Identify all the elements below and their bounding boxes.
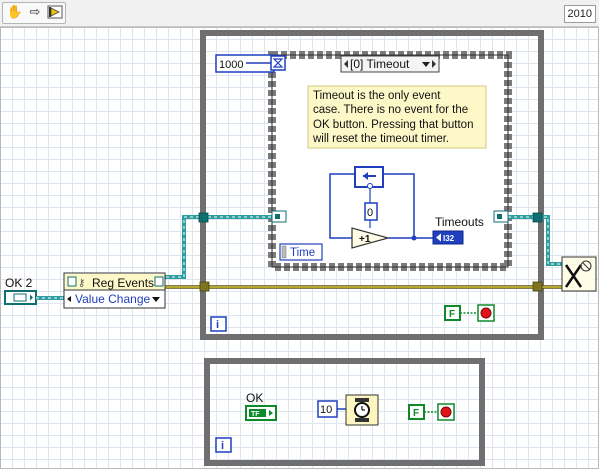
false-constant-top[interactable]: F bbox=[444, 305, 461, 321]
ok-label: OK bbox=[246, 391, 263, 405]
timeout-value: 1000 bbox=[219, 59, 243, 71]
increment-label: +1 bbox=[359, 234, 371, 245]
time-label: Time bbox=[290, 247, 315, 259]
stop-terminal-bottom[interactable] bbox=[437, 403, 455, 421]
timeouts-indicator[interactable]: I32 bbox=[432, 230, 464, 245]
false-constant-bottom[interactable]: F bbox=[408, 404, 425, 420]
dynamic-event-terminal-right[interactable] bbox=[493, 210, 509, 223]
iteration-label-bottom: i bbox=[221, 440, 224, 452]
iteration-terminal-bottom[interactable]: i bbox=[215, 437, 232, 453]
timeouts-label: Timeouts bbox=[435, 215, 484, 229]
unregister-events-node[interactable] bbox=[561, 256, 597, 292]
timeouts-type: I32 bbox=[443, 234, 455, 243]
wait-constant[interactable]: 10 bbox=[317, 400, 338, 418]
ok2-label: OK 2 bbox=[5, 276, 33, 290]
error-tunnel-left[interactable] bbox=[199, 281, 210, 292]
comment-line-1: Timeout is the only event bbox=[313, 90, 441, 102]
time-terminal[interactable]: Time bbox=[279, 243, 323, 261]
iteration-label-top: i bbox=[216, 319, 219, 331]
wire-junction bbox=[411, 235, 417, 241]
ok2-control[interactable] bbox=[4, 290, 37, 305]
false-label-bottom: F bbox=[413, 408, 419, 419]
zero-value: 0 bbox=[367, 207, 373, 219]
value-change-label[interactable]: Value Change bbox=[75, 292, 150, 306]
case-selector[interactable]: [0] Timeout bbox=[340, 55, 440, 73]
tf-label: TF bbox=[251, 411, 260, 418]
comment-line-3: OK button. Pressing that button bbox=[313, 119, 473, 131]
comment-line-2: case. There is no event for the bbox=[313, 104, 468, 116]
labview-block-diagram: ✋ ⇨ 2010 [0] Timeout 1000 Timeout is the… bbox=[0, 0, 599, 469]
wait-value: 10 bbox=[320, 404, 332, 416]
comment-box: Timeout is the only event case. There is… bbox=[307, 85, 487, 149]
hourglass-icon[interactable] bbox=[270, 55, 286, 71]
comment-line-4: will reset the timeout timer. bbox=[312, 133, 449, 145]
diagram-svg: [0] Timeout 1000 Timeout is the only eve… bbox=[4, 30, 597, 466]
reg-output-icon bbox=[154, 276, 164, 287]
wait-ms-icon[interactable] bbox=[345, 394, 379, 426]
error-tunnel-right[interactable] bbox=[532, 281, 543, 292]
false-label-top: F bbox=[449, 309, 455, 320]
event-refnum-icon bbox=[67, 276, 77, 287]
register-events-node[interactable]: ⚷ Reg Events Value Change bbox=[63, 272, 166, 309]
ok-control[interactable]: TF bbox=[245, 405, 277, 421]
iteration-terminal-top[interactable]: i bbox=[210, 316, 227, 332]
case-label: [0] Timeout bbox=[350, 57, 410, 71]
reg-events-title: Reg Events bbox=[92, 276, 154, 290]
dynamic-event-terminal-left[interactable] bbox=[271, 210, 287, 223]
key-icon: ⚷ bbox=[78, 278, 85, 289]
refnum-tunnel-left[interactable] bbox=[198, 212, 209, 223]
stop-terminal-top[interactable] bbox=[477, 304, 495, 322]
refnum-tunnel-right[interactable] bbox=[532, 212, 543, 223]
init-terminal bbox=[367, 183, 373, 189]
